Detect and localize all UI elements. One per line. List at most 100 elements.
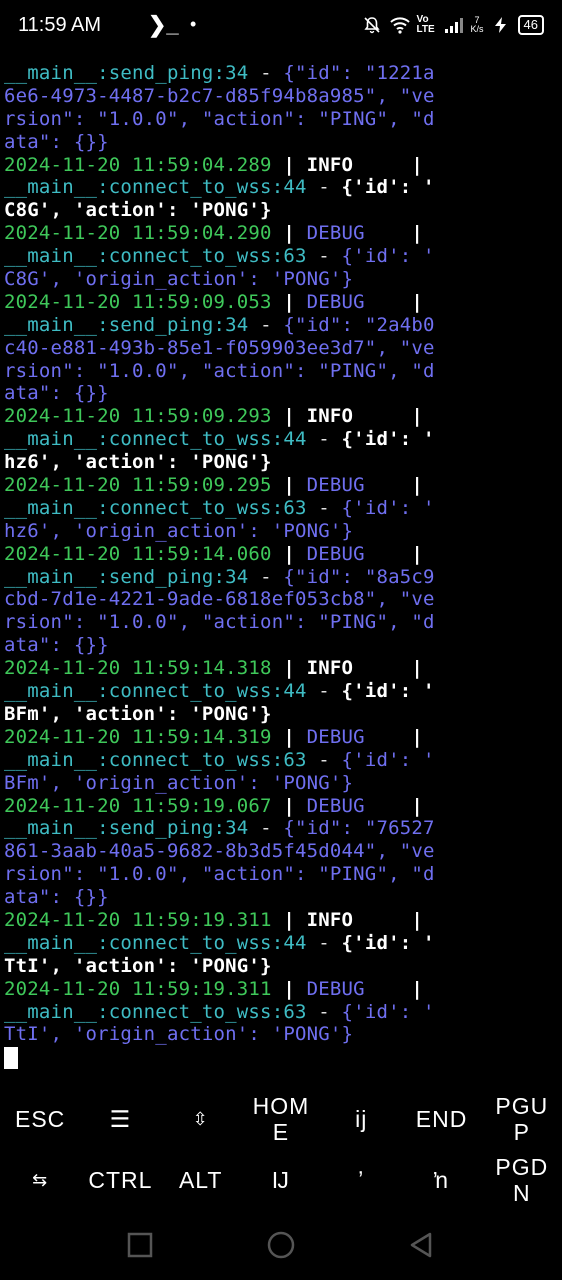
log-message: 6e6-4973-4487-b2c7-d85f94b8a985", "ve (4, 84, 435, 107)
log-timestamp: 2024-11-20 11:59:04.289 (4, 153, 272, 176)
log-line: ata": {}} (4, 634, 558, 657)
extra-key[interactable]: ij (321, 1088, 401, 1149)
extra-key[interactable]: ʼ (321, 1149, 401, 1210)
log-timestamp: 2024-11-20 11:59:14.318 (4, 657, 272, 680)
extra-key[interactable]: Ĳ (241, 1149, 321, 1210)
square-icon[interactable] (127, 1232, 153, 1258)
log-dash: - (306, 176, 342, 199)
log-separator: | (399, 405, 424, 428)
log-message: {"id": "76527 (283, 817, 435, 840)
log-dash: - (306, 748, 342, 771)
log-line: c40-e881-493b-85e1-f059903ee3d7", "ve (4, 337, 558, 360)
log-line: TtI', 'action': 'PONG'} (4, 955, 558, 978)
terminal-output[interactable]: __main__:send_ping :34 - {"id": "1221a 6e6… (4, 62, 558, 1072)
log-function: __main__:connect_to_wss (4, 680, 272, 703)
log-function: __main__:connect_to_wss (4, 931, 272, 954)
log-separator: | (399, 725, 424, 748)
extra-keys-row-1: ESC ☰ ⇳ HOM Eij END PGU P (0, 1088, 562, 1149)
log-separator: | (399, 977, 424, 1000)
navigation-bar (0, 1210, 562, 1280)
log-message: {"id": "1221a (283, 62, 435, 84)
log-lineno: :34 (213, 565, 249, 588)
log-message: c40-e881-493b-85e1-f059903ee3d7", "ve (4, 336, 435, 359)
log-line: rsion": "1.0.0", "action": "PING", "d (4, 360, 558, 383)
extra-key[interactable]: ŉ (401, 1149, 481, 1210)
log-timestamp: 2024-11-20 11:59:09.293 (4, 405, 272, 428)
log-message: TtI', 'action': 'PONG'} (4, 954, 272, 977)
extra-key[interactable]: ⇆ (0, 1149, 80, 1210)
extra-key[interactable]: ☰ (80, 1088, 160, 1149)
log-dash: - (248, 817, 284, 840)
log-function: __main__:connect_to_wss (4, 1000, 272, 1023)
log-line: __main__:connect_to_wss:44 - {'id': ' (4, 428, 558, 451)
log-function: __main__:send_ping (4, 62, 214, 84)
extra-key[interactable]: ALT (161, 1149, 241, 1210)
log-message: rsion": "1.0.0", "action": "PING", "d (4, 611, 435, 634)
log-line: TtI', 'origin_action': 'PONG'} (4, 1023, 558, 1046)
net-speed: 7 K/s (470, 15, 484, 34)
log-lineno: :44 (271, 680, 307, 703)
log-level: DEBUG (306, 290, 400, 313)
extra-key[interactable]: CTRL (80, 1149, 160, 1210)
log-line: rsion": "1.0.0", "action": "PING", "d (4, 863, 558, 886)
notification-dot: • (190, 14, 197, 34)
terminal-cursor (4, 1046, 18, 1069)
extra-key[interactable]: HOM E (241, 1088, 321, 1149)
log-separator: | (271, 542, 307, 565)
log-message: {'id': ' (341, 245, 435, 268)
prompt-line[interactable] (4, 1046, 558, 1069)
extra-key[interactable]: ⇳ (161, 1088, 241, 1149)
triangle-back-icon[interactable] (408, 1232, 434, 1258)
log-separator: | (271, 405, 307, 428)
log-message: {"id": "2a4b0 (283, 313, 435, 336)
log-message: {'id': ' (341, 1000, 435, 1023)
log-lineno: :34 (213, 817, 249, 840)
log-level: DEBUG (306, 725, 400, 748)
log-function: __main__:connect_to_wss (4, 748, 272, 771)
log-line: 2024-11-20 11:59:19.311 | INFO | (4, 909, 558, 932)
wifi-icon (389, 14, 411, 36)
extra-keys-row-2: ⇆ CTRL ALT Ĳ ʼ ŉ PGD N (0, 1149, 562, 1210)
extra-key[interactable]: END (401, 1088, 481, 1149)
log-lineno: :63 (271, 496, 307, 519)
log-timestamp: 2024-11-20 11:59:19.311 (4, 908, 272, 931)
log-message: cbd-7d1e-4221-9ade-6818ef053cb8", "ve (4, 588, 435, 611)
log-line: rsion": "1.0.0", "action": "PING", "d (4, 108, 558, 131)
extra-key[interactable]: PGU P (482, 1088, 562, 1149)
log-line: __main__:connect_to_wss:63 - {'id': ' (4, 245, 558, 268)
log-function: __main__:connect_to_wss (4, 245, 272, 268)
log-lineno: :44 (271, 428, 307, 451)
log-level: DEBUG (306, 977, 400, 1000)
log-message: {'id': ' (341, 680, 435, 703)
log-line: 2024-11-20 11:59:14.319 | DEBUG | (4, 726, 558, 749)
log-message: BFm', 'action': 'PONG'} (4, 702, 272, 725)
log-message: TtI', 'origin_action': 'PONG'} (4, 1023, 354, 1046)
log-line: 2024-11-20 11:59:09.053 | DEBUG | (4, 291, 558, 314)
log-message: ata": {}} (4, 382, 109, 405)
log-separator: | (399, 908, 424, 931)
extra-key[interactable]: ESC (0, 1088, 80, 1149)
log-lineno: :34 (213, 313, 249, 336)
log-line: C8G', 'action': 'PONG'} (4, 199, 558, 222)
log-separator: | (399, 657, 424, 680)
extra-key[interactable]: PGD N (482, 1149, 562, 1210)
log-level: DEBUG (306, 794, 400, 817)
log-line: __main__:send_ping:34 - {"id": "2a4b0 (4, 314, 558, 337)
log-line: 2024-11-20 11:59:09.293 | INFO | (4, 405, 558, 428)
log-dash: - (306, 496, 342, 519)
log-line: C8G', 'origin_action': 'PONG'} (4, 268, 558, 291)
log-line: 2024-11-20 11:59:19.311 | DEBUG | (4, 978, 558, 1001)
log-separator: | (271, 725, 307, 748)
log-message: rsion": "1.0.0", "action": "PING", "d (4, 107, 435, 130)
log-line: __main__:connect_to_wss:63 - {'id': ' (4, 749, 558, 772)
status-icons: Vo LTE 7 K/s 46 (361, 14, 544, 36)
log-timestamp: 2024-11-20 11:59:14.319 (4, 725, 272, 748)
log-message: C8G', 'action': 'PONG'} (4, 199, 272, 222)
circle-icon[interactable] (267, 1231, 295, 1259)
terminal-notification-icon: ❯_ (148, 12, 179, 37)
log-line: ata": {}} (4, 382, 558, 405)
log-timestamp: 2024-11-20 11:59:09.295 (4, 474, 272, 497)
log-function: __main__:connect_to_wss (4, 428, 272, 451)
log-level: DEBUG (306, 222, 400, 245)
log-timestamp: 2024-11-20 11:59:09.053 (4, 290, 272, 313)
